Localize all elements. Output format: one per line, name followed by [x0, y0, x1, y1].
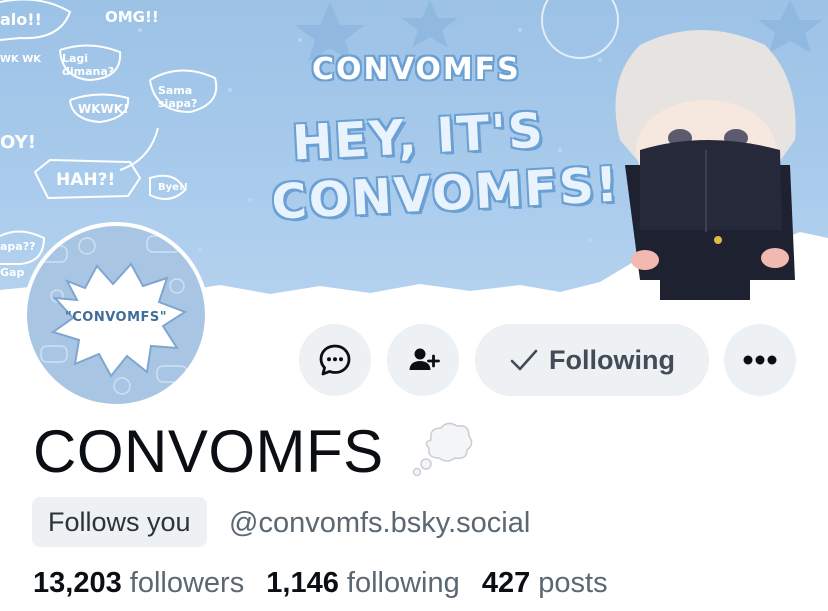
doodle-text: OY! — [0, 132, 36, 153]
doodle-text: Lagi dimana? — [62, 52, 115, 78]
profile-handle[interactable]: @convomfs.bsky.social — [229, 505, 530, 541]
posts-label: posts — [538, 567, 608, 599]
profile-stats: 13,203 followers 1,146 following 427 pos… — [33, 564, 622, 602]
follow-back-button[interactable] — [387, 324, 459, 396]
posts-count: 427 — [481, 567, 531, 599]
doodle-text: Sama siapa? — [158, 84, 198, 110]
following-button-label: Following — [549, 344, 675, 375]
character-illustration — [615, 30, 796, 300]
thought-balloon-icon — [412, 422, 473, 477]
following-count[interactable]: 1,146 — [266, 567, 339, 599]
doodle-text: alo!! — [0, 10, 42, 29]
avatar-image: "CONVOMFS" — [27, 226, 205, 404]
doodle-text: WK WK — [0, 54, 42, 65]
display-name: CONVOMFS — [33, 418, 384, 485]
following-label[interactable]: following — [347, 567, 460, 599]
banner-title: CONVOMFS — [312, 52, 521, 87]
doodle-text: HAH?! — [56, 170, 116, 190]
doodle-text: Bye!! — [158, 182, 189, 193]
chat-bubble-icon — [319, 344, 351, 376]
more-options-button[interactable] — [724, 324, 796, 396]
banner-headline: HEY, IT'S CONVOMFS! — [267, 100, 621, 232]
following-button[interactable]: Following — [475, 324, 709, 396]
person-add-icon — [409, 348, 440, 370]
doodle-text: Gap — [0, 266, 25, 279]
ellipsis-icon — [743, 355, 777, 365]
doodle-text: WKWK! — [78, 102, 129, 116]
followers-label[interactable]: followers — [130, 567, 244, 599]
avatar-label: "CONVOMFS" — [64, 310, 168, 325]
message-button[interactable] — [299, 324, 371, 396]
avatar[interactable]: "CONVOMFS" — [23, 222, 209, 408]
followers-count[interactable]: 13,203 — [33, 567, 122, 599]
doodle-text: OMG!! — [105, 8, 159, 26]
check-icon — [510, 349, 538, 371]
follows-you-badge: Follows you — [32, 497, 207, 547]
